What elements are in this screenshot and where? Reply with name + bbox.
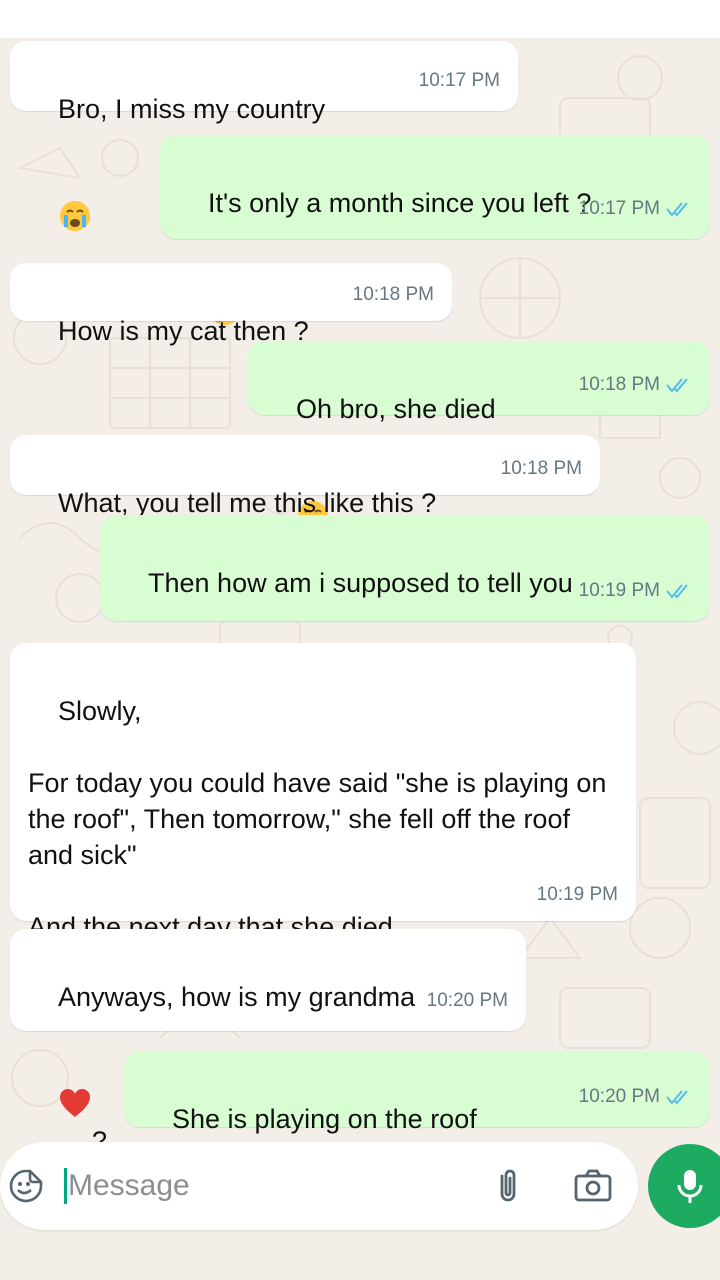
double-check-icon [666, 378, 688, 393]
message-text: Then how am i supposed to tell you [148, 568, 573, 598]
red-heart-icon [58, 1015, 92, 1117]
double-check-icon [666, 1090, 688, 1105]
message-time: 10:18 PM [500, 458, 582, 479]
thinking-face-icon [148, 601, 182, 705]
message-text: Slowly, For today you could have said "s… [28, 696, 607, 942]
message-bubble-incoming[interactable]: What, you tell me this like this ? 10:18… [10, 435, 600, 518]
message-time: 10:19 PM [536, 884, 618, 905]
message-text: Anyways, how is my grandma [58, 982, 416, 1012]
message-bubble-incoming[interactable]: Slowly, For today you could have said "s… [10, 643, 636, 942]
sticker-icon[interactable] [8, 1168, 44, 1204]
message-text: What, you tell me this like this ? [58, 488, 437, 518]
message-text: Oh bro, she died [296, 394, 496, 424]
message-time: 10:18 PM [352, 284, 434, 305]
message-text: Bro, I miss my country [58, 94, 326, 124]
message-bubble-outgoing[interactable]: It's only a month since you left ? 10:17… [160, 135, 710, 325]
voice-record-button[interactable] [648, 1144, 720, 1228]
message-bubble-incoming[interactable]: How is my cat then ? 10:18 PM [10, 263, 452, 346]
camera-icon[interactable] [572, 1166, 614, 1206]
message-time: 10:17 PM [418, 70, 500, 91]
message-time: 10:18 PM [579, 367, 692, 403]
message-bubble-incoming[interactable]: Anyways, how is my grandma ? 10:20 PM [10, 929, 526, 1142]
message-bubble-outgoing[interactable]: Oh bro, she died 10:18 PM [248, 341, 710, 531]
message-text: It's only a month since you left ? [208, 188, 592, 218]
message-bubble-outgoing[interactable]: She is playing on the roof 10:20 PM [124, 1051, 710, 1134]
message-time: 10:17 PM [579, 191, 692, 227]
message-text-suffix: ? [92, 1126, 108, 1142]
attach-icon[interactable] [488, 1166, 528, 1206]
message-time: 10:19 PM [579, 573, 692, 609]
message-time: 10:20 PM [426, 990, 508, 1011]
crying-face-icon [58, 127, 92, 231]
message-placeholder: Message [64, 1168, 190, 1204]
message-input[interactable]: Message [0, 1142, 638, 1230]
double-check-icon [666, 584, 688, 599]
mic-icon [672, 1166, 708, 1206]
top-strip [0, 0, 720, 38]
message-time: 10:20 PM [579, 1079, 692, 1115]
message-bubble-outgoing[interactable]: Then how am i supposed to tell you ? 10:… [100, 515, 710, 742]
message-composer: Message [0, 1142, 720, 1280]
chat-area[interactable]: Bro, I miss my country 10:17 PM It's onl… [0, 38, 720, 1142]
message-text: She is playing on the roof [172, 1104, 477, 1134]
message-bubble-incoming[interactable]: Bro, I miss my country 10:17 PM [10, 41, 518, 231]
double-check-icon [666, 202, 688, 217]
thinking-face-icon [208, 221, 242, 325]
